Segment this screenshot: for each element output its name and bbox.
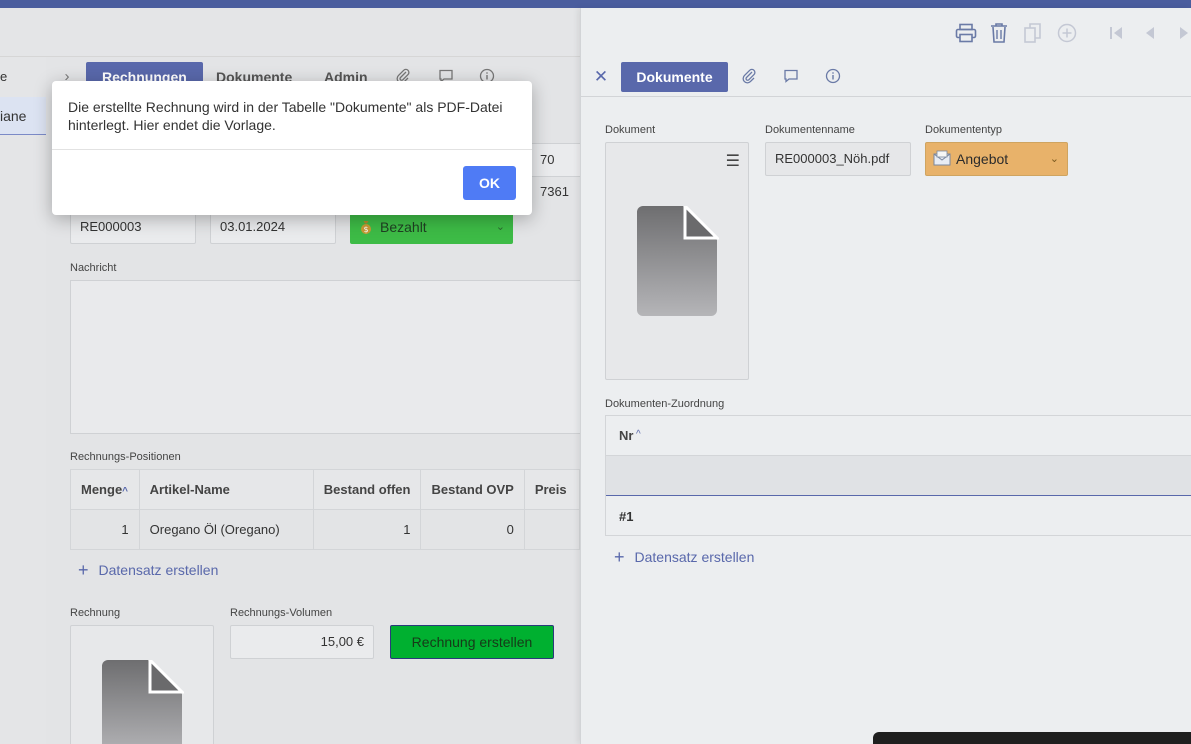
panel-toolbar	[581, 8, 1191, 57]
assignment-label: Dokumenten-Zuordnung	[605, 398, 725, 410]
docname-field[interactable]: RE000003_Nöh.pdf	[765, 142, 911, 176]
document-label: Dokument	[605, 124, 656, 136]
close-icon[interactable]: ✕	[592, 68, 610, 86]
menu-icon[interactable]: ☰	[726, 151, 740, 171]
info-icon[interactable]	[824, 68, 842, 86]
left-navigation: e iane	[0, 57, 46, 744]
envelope-icon	[933, 144, 951, 176]
file-icon	[637, 206, 719, 316]
positions-label: Rechnungs-Positionen	[70, 451, 181, 463]
trash-icon[interactable]	[989, 22, 1009, 44]
sort-asc-icon: ^	[636, 429, 641, 440]
doctype-value: Angebot	[956, 151, 1009, 167]
plus-icon: +	[614, 547, 625, 567]
file-icon	[102, 660, 184, 744]
add-position-label: Datensatz erstellen	[98, 562, 219, 578]
column-header-menge[interactable]: Menge^	[70, 469, 140, 510]
column-header-bestand-ovp[interactable]: Bestand OVP	[420, 469, 525, 510]
docname-label: Dokumentenname	[765, 124, 855, 136]
invoice-doc-label: Rechnung	[70, 607, 121, 619]
top-accent-strip	[0, 0, 1191, 8]
table-row[interactable]: 1 Oregano Öl (Oregano) 1 0	[70, 509, 580, 550]
doctype-label: Dokumententyp	[925, 124, 1003, 136]
positions-table-wrap: Menge^ Artikel-Name Bestand offen Bestan…	[70, 469, 580, 551]
table-row[interactable]: #1	[606, 497, 1191, 536]
nav-item-selected[interactable]: iane	[0, 97, 46, 135]
add-circle-icon[interactable]	[1057, 23, 1077, 43]
add-assignment-link[interactable]: + Datensatz erstellen	[614, 547, 754, 568]
panel-tabbar: ✕ Dokumente	[581, 57, 1191, 97]
documents-panel: ✕ Dokumente Dokument ☰ Dokumentenname RE…	[580, 8, 1191, 744]
cell-nr: #1	[619, 509, 634, 524]
column-header-nr: Nr	[619, 428, 634, 443]
money-bag-icon: $	[358, 210, 374, 244]
volume-label: Rechnungs-Volumen	[230, 607, 333, 619]
chevron-down-icon: ⌄	[495, 221, 505, 233]
print-icon[interactable]	[955, 23, 977, 43]
first-page-icon[interactable]	[1107, 24, 1125, 42]
next-icon[interactable]	[1175, 24, 1191, 42]
doctype-select[interactable]: Angebot ⌄	[925, 142, 1068, 176]
invoice-number-field[interactable]: RE000003	[70, 210, 196, 244]
dialog-divider	[52, 149, 532, 150]
invoice-document-box[interactable]	[70, 625, 214, 744]
assignment-filter-row[interactable]	[606, 456, 1191, 496]
comment-icon[interactable]	[782, 68, 800, 86]
column-header-artikel[interactable]: Artikel-Name	[138, 469, 314, 510]
create-invoice-button[interactable]: Rechnung erstellen	[390, 625, 554, 659]
cell-bestand-ovp[interactable]: 0	[420, 509, 525, 550]
status-select[interactable]: $ Bezahlt ⌄	[350, 210, 513, 244]
ok-button[interactable]: OK	[463, 166, 516, 200]
notification-bar	[873, 732, 1191, 744]
document-preview-box[interactable]: ☰	[605, 142, 749, 380]
column-header-bestand-offen[interactable]: Bestand offen	[312, 469, 422, 510]
message-textarea[interactable]	[70, 280, 590, 434]
paperclip-icon[interactable]	[740, 68, 758, 86]
cell-bestand-offen[interactable]: 1	[312, 509, 422, 550]
cell-preis[interactable]	[523, 509, 580, 550]
cell-artikel[interactable]: Oregano Öl (Oregano)	[138, 509, 314, 550]
info-dialog: Die erstellte Rechnung wird in der Tabel…	[52, 81, 532, 215]
svg-text:$: $	[363, 225, 368, 234]
nav-item-fragment[interactable]: e	[0, 69, 7, 84]
message-label: Nachricht	[70, 262, 117, 274]
copy-icon[interactable]	[1023, 22, 1043, 44]
add-position-link[interactable]: + Datensatz erstellen	[78, 560, 218, 581]
positions-table: Menge^ Artikel-Name Bestand offen Bestan…	[70, 469, 580, 550]
table-header-row: Menge^ Artikel-Name Bestand offen Bestan…	[70, 469, 580, 510]
status-label: Bezahlt	[380, 219, 427, 235]
column-header-label: Menge	[81, 482, 123, 497]
volume-field[interactable]: 15,00 €	[230, 625, 374, 659]
sort-asc-icon: ^	[122, 486, 129, 497]
assignment-table: Nr ^ #1	[605, 415, 1191, 536]
add-assignment-label: Datensatz erstellen	[634, 549, 755, 565]
assignment-header[interactable]: Nr ^	[606, 416, 1191, 456]
chevron-down-icon: ⌄	[1049, 153, 1059, 165]
prev-icon[interactable]	[1141, 24, 1159, 42]
dialog-message: Die erstellte Rechnung wird in der Tabel…	[68, 99, 503, 133]
invoice-date-field[interactable]: 03.01.2024	[210, 210, 336, 244]
cell-menge[interactable]: 1	[70, 509, 140, 550]
column-header-preis[interactable]: Preis	[523, 469, 580, 510]
tab-dokumente-active[interactable]: Dokumente	[621, 62, 728, 92]
nav-item-selected-label: iane	[0, 108, 27, 124]
plus-icon: +	[78, 560, 89, 580]
